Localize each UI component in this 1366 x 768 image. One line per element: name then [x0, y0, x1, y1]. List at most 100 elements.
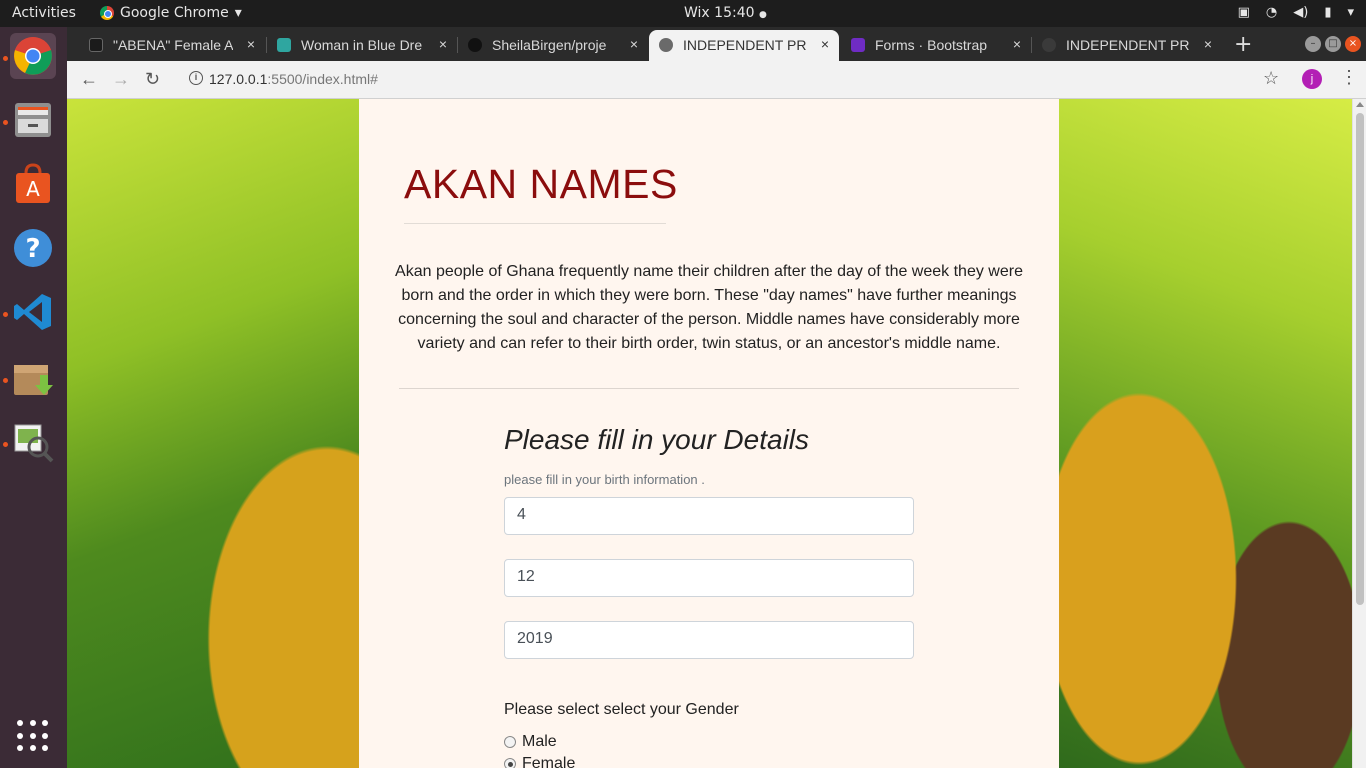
- dock-item-help[interactable]: ?: [10, 225, 56, 271]
- gender-option-male[interactable]: Male: [504, 733, 557, 751]
- system-top-bar: Activities Google Chrome ▾ Wix 15:40 ● ▣…: [0, 0, 1366, 27]
- tab-title: "ABENA" Female A: [113, 37, 234, 53]
- form-heading: Please fill in your Details: [504, 424, 810, 455]
- year-input[interactable]: 2019: [504, 621, 914, 659]
- shopping-bag-icon: A: [16, 163, 50, 203]
- intro-paragraph: Akan people of Ghana frequently name the…: [395, 263, 1023, 352]
- dock-item-image-viewer[interactable]: [10, 419, 56, 465]
- show-applications-button[interactable]: [17, 720, 49, 752]
- url-path: :5500/index.html#: [267, 71, 378, 87]
- maximize-window-button[interactable]: □: [1325, 36, 1341, 52]
- close-tab-icon[interactable]: ×: [1204, 36, 1212, 52]
- tab[interactable]: "ABENA" Female A ×: [79, 30, 265, 61]
- dock-item-files[interactable]: [10, 97, 56, 143]
- volume-icon[interactable]: ◀): [1293, 5, 1308, 20]
- forward-button[interactable]: →: [112, 69, 130, 90]
- wifi-icon[interactable]: ◔: [1266, 5, 1277, 20]
- scrollbar-thumb[interactable]: [1356, 113, 1364, 605]
- bootstrap-icon: [851, 38, 865, 52]
- system-tray[interactable]: ▣ ◔ ◀) ▮ ▾: [1238, 5, 1354, 20]
- svg-text:A: A: [26, 177, 40, 201]
- bookmark-star-icon[interactable]: ☆: [1263, 68, 1279, 89]
- dock-item-chrome[interactable]: [10, 33, 56, 79]
- tab-title: INDEPENDENT PR: [1066, 37, 1190, 53]
- scroll-up-arrow-icon[interactable]: [1356, 102, 1364, 107]
- running-indicator: [3, 378, 8, 383]
- gender-option-female[interactable]: Female: [504, 755, 575, 768]
- tab-title: INDEPENDENT PR: [683, 37, 807, 53]
- close-tab-icon[interactable]: ×: [821, 36, 829, 52]
- gender-label: Please select select your Gender: [504, 701, 739, 718]
- file-cabinet-icon: [15, 103, 51, 137]
- browser-toolbar: ← → ↻ i 127.0.0.1:5500/index.html# ☆ j ⋮: [67, 61, 1366, 99]
- page-title: AKAN NAMES: [404, 161, 678, 207]
- month-input[interactable]: 12: [504, 559, 914, 597]
- dock-item-vscode[interactable]: [10, 289, 56, 335]
- title-divider: [404, 223, 666, 224]
- tab[interactable]: Forms · Bootstrap ×: [841, 30, 1031, 61]
- chrome-icon: [100, 6, 114, 20]
- female-radio[interactable]: [504, 758, 516, 768]
- minimize-window-button[interactable]: –: [1305, 36, 1321, 52]
- chrome-menu-icon[interactable]: ⋮: [1340, 67, 1358, 88]
- image-viewer-icon: [14, 424, 54, 463]
- running-indicator: [3, 312, 8, 317]
- chevron-down-icon: ▾: [234, 5, 242, 21]
- reload-button[interactable]: ↻: [145, 69, 160, 90]
- close-tab-icon[interactable]: ×: [439, 36, 447, 52]
- running-indicator: [3, 56, 8, 61]
- globe-icon: [1042, 38, 1056, 52]
- female-radio-label: Female: [522, 755, 576, 768]
- vscode-icon: [14, 294, 51, 330]
- profile-avatar[interactable]: j: [1302, 69, 1322, 89]
- chrome-icon: [14, 37, 52, 75]
- close-window-button[interactable]: ×: [1345, 36, 1361, 52]
- tab-strip: "ABENA" Female A × Woman in Blue Dre × S…: [67, 27, 1366, 61]
- page-scrollbar[interactable]: [1352, 99, 1366, 768]
- github-icon: [468, 38, 482, 52]
- back-button[interactable]: ←: [80, 69, 98, 90]
- tab-active[interactable]: INDEPENDENT PR ×: [649, 30, 839, 61]
- close-tab-icon[interactable]: ×: [630, 36, 638, 52]
- globe-icon: [659, 38, 673, 52]
- tab-title: Woman in Blue Dre: [301, 37, 423, 53]
- form-help-text: please fill in your birth information .: [504, 472, 705, 487]
- url-host: 127.0.0.1: [209, 71, 268, 87]
- notification-dot-icon: ●: [758, 10, 767, 20]
- page-viewport: AKAN NAMES Akan people of Ghana frequent…: [67, 99, 1352, 768]
- tab[interactable]: SheilaBirgen/proje ×: [458, 30, 648, 61]
- url-text: 127.0.0.1:5500/index.html#: [209, 71, 378, 87]
- male-radio[interactable]: [504, 736, 516, 748]
- tab[interactable]: INDEPENDENT PR ×: [1032, 30, 1222, 61]
- new-tab-button[interactable]: +: [1234, 32, 1252, 57]
- main-content-card: AKAN NAMES Akan people of Ghana frequent…: [359, 99, 1059, 768]
- clock-label: Wix 15:40: [684, 5, 755, 21]
- app-menu[interactable]: Google Chrome ▾: [100, 5, 242, 21]
- help-icon: ?: [14, 229, 52, 267]
- tab[interactable]: Woman in Blue Dre ×: [267, 30, 457, 61]
- clock[interactable]: Wix 15:40 ●: [684, 5, 767, 21]
- battery-icon[interactable]: ▮: [1324, 5, 1331, 20]
- dock-item-software[interactable]: A: [10, 161, 56, 207]
- background-photo-right: [1059, 99, 1352, 768]
- running-indicator: [3, 120, 8, 125]
- tab-title: SheilaBirgen/proje: [492, 37, 607, 53]
- power-menu-chevron-icon[interactable]: ▾: [1347, 5, 1354, 20]
- screen-share-icon[interactable]: ▣: [1238, 5, 1250, 20]
- close-tab-icon[interactable]: ×: [1013, 36, 1021, 52]
- site-info-icon[interactable]: i: [189, 71, 203, 85]
- day-input[interactable]: 4: [504, 497, 914, 535]
- address-bar[interactable]: i 127.0.0.1:5500/index.html#: [177, 66, 1237, 94]
- page-favicon-icon: [277, 38, 291, 52]
- running-indicator: [3, 442, 8, 447]
- tab-title: Forms · Bootstrap: [875, 37, 988, 53]
- page-favicon-icon: [89, 38, 103, 52]
- activities-button[interactable]: Activities: [12, 5, 76, 21]
- background-photo-left: [67, 99, 359, 768]
- launcher-dock: A ?: [0, 27, 67, 768]
- dock-item-archive[interactable]: [10, 355, 56, 401]
- close-tab-icon[interactable]: ×: [247, 36, 255, 52]
- app-menu-label: Google Chrome: [120, 5, 229, 21]
- archive-download-icon: [14, 365, 53, 395]
- section-divider: [399, 388, 1019, 389]
